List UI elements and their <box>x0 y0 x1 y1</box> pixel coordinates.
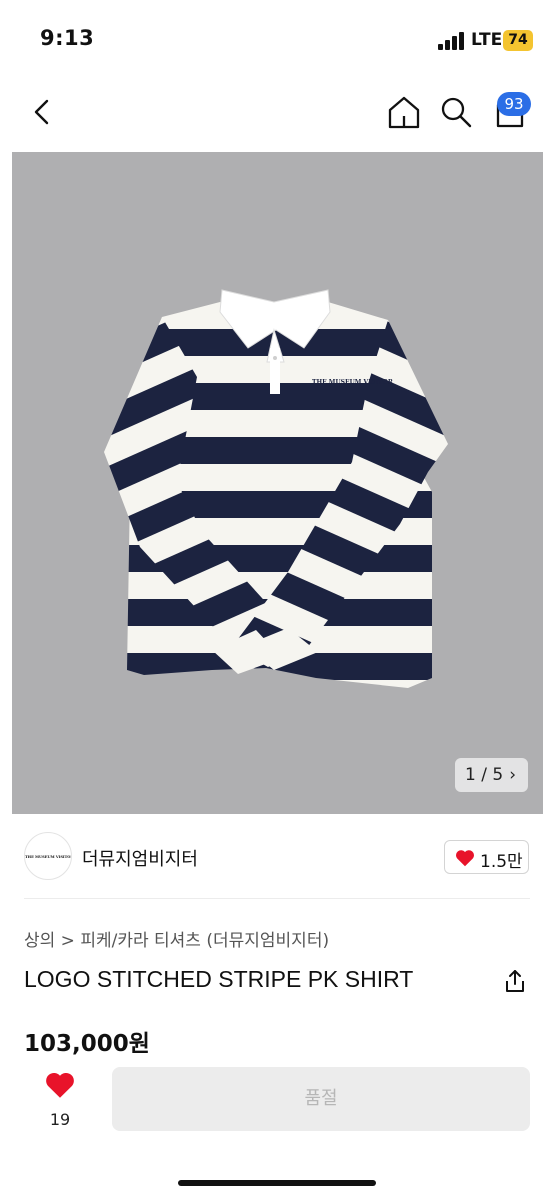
divider <box>24 898 530 899</box>
search-button[interactable] <box>438 94 474 130</box>
heart-icon <box>46 1072 74 1098</box>
wish-count: 19 <box>49 1110 71 1129</box>
nav-bar <box>0 80 554 148</box>
search-icon <box>441 97 472 128</box>
brand-name[interactable]: 더뮤지엄비지터 <box>82 845 198 871</box>
status-time: 9:13 <box>40 26 95 50</box>
product-image[interactable]: THE MUSEUM VISITOR 1 / 5 › <box>12 152 543 814</box>
home-button[interactable] <box>386 94 422 130</box>
home-icon <box>388 96 420 129</box>
heart-icon <box>456 850 474 867</box>
home-indicator <box>178 1180 376 1186</box>
brand-like-count: 1.5만 <box>480 852 523 872</box>
status-bar: 9:13 LTE 74 <box>0 0 554 80</box>
striped-polo-shirt-image: THE MUSEUM VISITOR <box>104 289 448 688</box>
back-button[interactable] <box>26 94 62 130</box>
brand-logo[interactable]: THE MUSEUM VISITOR <box>24 832 72 880</box>
brand-like-button[interactable]: 1.5만 <box>444 840 529 874</box>
battery-level: 74 <box>508 32 528 48</box>
sold-out-button[interactable]: 품절 <box>112 1067 530 1131</box>
signal-icon <box>438 32 466 50</box>
network-label: LTE <box>471 30 503 50</box>
share-icon <box>506 970 524 992</box>
brand-row: THE MUSEUM VISITOR 더뮤지엄비지터 1.5만 <box>0 832 554 884</box>
image-counter-label: 1 / 5 <box>465 765 504 785</box>
cart-count-badge: 93 <box>497 92 531 116</box>
product-title: LOGO STITCHED STRIPE PK SHIRT <box>24 966 414 992</box>
breadcrumb[interactable]: 상의 > 피케/카라 티셔츠 (더뮤지엄비지터) <box>24 926 329 951</box>
battery-icon: 74 <box>503 30 533 51</box>
share-button[interactable] <box>502 968 528 994</box>
chevron-left-icon <box>34 99 49 125</box>
product-price: 103,000원 <box>24 1031 150 1057</box>
shirt-brand-print: THE MUSEUM VISITOR <box>312 379 394 386</box>
image-counter[interactable]: 1 / 5 › <box>455 758 528 792</box>
wish-button[interactable]: 19 <box>38 1068 82 1130</box>
chevron-right-icon: › <box>509 765 516 785</box>
